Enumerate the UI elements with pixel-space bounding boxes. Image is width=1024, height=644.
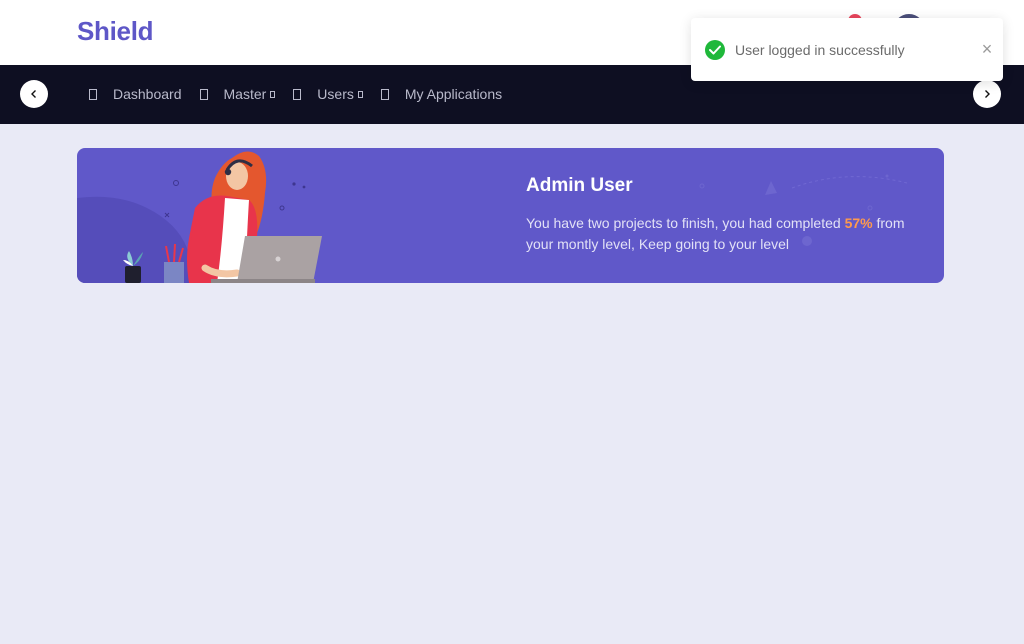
nav-item-my-applications[interactable]: My Applications <box>380 86 503 102</box>
master-icon <box>199 88 208 100</box>
nav-scroll-left-button[interactable] <box>20 80 48 108</box>
nav-menu: Dashboard Master Users My Applications <box>89 84 520 104</box>
nav-item-users[interactable]: Users <box>293 86 363 102</box>
dropdown-caret-icon <box>357 90 363 98</box>
dropdown-caret-icon <box>270 90 276 98</box>
nav-item-master[interactable]: Master <box>199 86 276 102</box>
banner-description: You have two projects to finish, you had… <box>526 213 926 255</box>
nav-item-label: My Applications <box>404 86 503 102</box>
welcome-banner: Admin User You have two projects to fini… <box>77 148 944 283</box>
toast-message: User logged in successfully <box>735 42 905 58</box>
nav-item-label: Users <box>317 86 354 102</box>
nav-scroll-right-button[interactable] <box>973 80 1001 108</box>
chevron-right-icon <box>985 90 990 98</box>
chevron-left-icon <box>31 90 36 98</box>
nav-item-label: Dashboard <box>113 86 182 102</box>
applications-icon <box>380 88 389 100</box>
banner-text-start: You have two projects to finish, you had… <box>526 215 845 231</box>
nav-item-dashboard[interactable]: Dashboard <box>89 86 182 102</box>
success-toast: User logged in successfully × <box>691 18 1003 81</box>
check-circle-icon <box>705 40 725 60</box>
users-icon <box>293 88 302 100</box>
banner-title: Admin User <box>526 175 633 196</box>
brand-logo[interactable]: Shield <box>77 16 154 47</box>
dashboard-icon <box>89 88 97 100</box>
close-icon[interactable]: × <box>979 40 995 58</box>
progress-percent: 57% <box>844 215 873 231</box>
nav-item-label: Master <box>223 86 267 102</box>
